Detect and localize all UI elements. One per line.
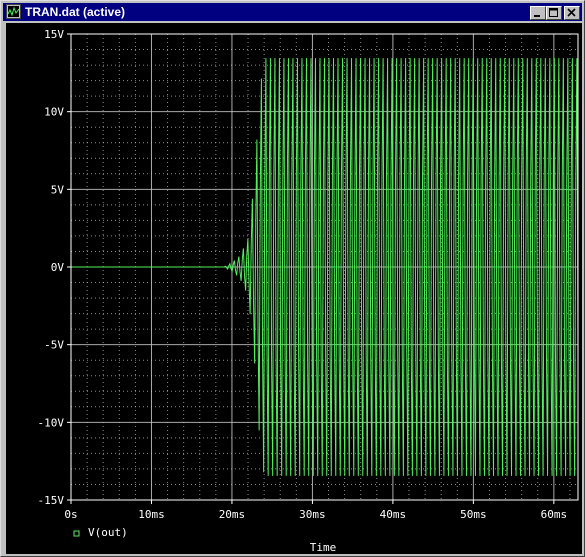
y-tick-label: 0V [51, 261, 65, 274]
plot-area[interactable]: 15V 10V 5V 0V -5V -10V -15V 0s 10ms 20ms 30ms 40ms… [6, 23, 582, 554]
y-tick-label: -10V [38, 416, 65, 429]
x-axis-label: Time [310, 541, 337, 554]
x-tick-label: 20ms [219, 508, 246, 521]
maximize-icon [549, 8, 558, 17]
window-title: TRAN.dat (active) [25, 5, 126, 19]
x-tick-label: 0s [64, 508, 77, 521]
minimize-button[interactable] [530, 6, 546, 20]
transient-plot[interactable]: 15V 10V 5V 0V -5V -10V -15V 0s 10ms 20ms 30ms 40ms… [6, 23, 582, 554]
x-tick-label: 40ms [380, 508, 407, 521]
close-button[interactable] [564, 6, 580, 20]
legend: V(out) [73, 526, 128, 539]
x-tick-label: 50ms [460, 508, 487, 521]
y-tick-label: 10V [44, 106, 64, 119]
y-tick-label: -5V [44, 339, 64, 352]
maximize-button[interactable] [546, 6, 562, 20]
y-tick-label: -15V [38, 494, 65, 507]
y-tick-label: 15V [44, 28, 64, 41]
close-icon [567, 8, 576, 17]
minimize-icon [534, 15, 540, 17]
x-tick-label: 10ms [138, 508, 165, 521]
y-tick-label: 5V [51, 183, 65, 196]
waveform-app-icon[interactable] [6, 4, 21, 19]
title-bar[interactable]: TRAN.dat (active) [3, 3, 582, 21]
x-tick-label: 60ms [541, 508, 568, 521]
x-axis-ticks: 0s 10ms 20ms 30ms 40ms 50ms 60ms [64, 500, 567, 521]
x-tick-label: 30ms [299, 508, 326, 521]
legend-label: V(out) [88, 526, 128, 539]
y-axis-ticks: 15V 10V 5V 0V -5V -10V -15V [38, 28, 71, 507]
legend-marker-icon [73, 530, 80, 537]
plot-window: TRAN.dat (active) 15V 10V 5V 0V -5V -10V -15V … [0, 0, 585, 557]
